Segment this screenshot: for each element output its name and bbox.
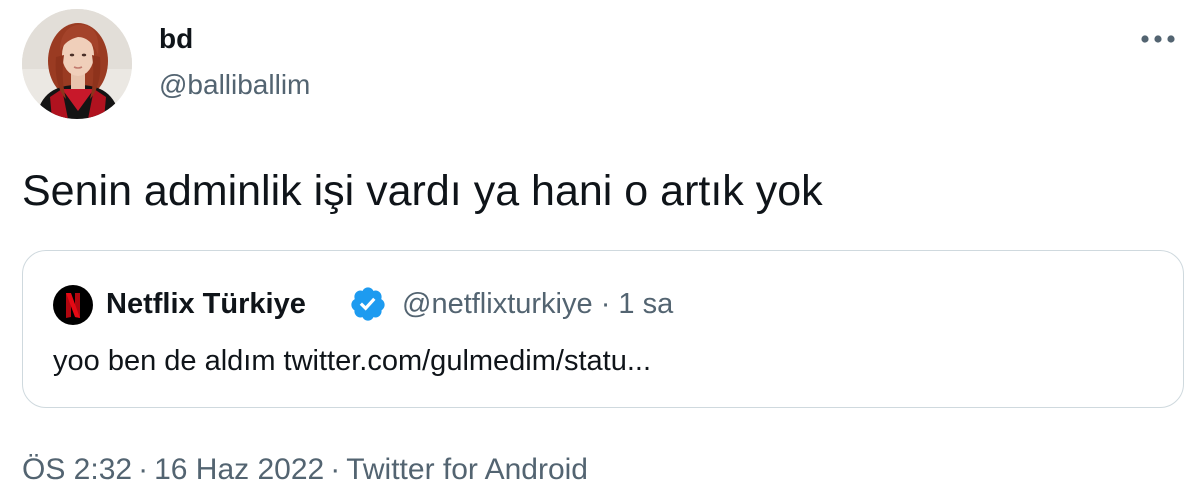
tweet-time[interactable]: ÖS 2:32 [22,453,132,486]
author-display-name[interactable]: bd [159,22,193,56]
footer-separator: · [330,453,341,486]
quoted-display-name[interactable]: Netflix Türkiye [106,287,306,321]
quoted-avatar[interactable] [53,285,93,325]
tweet-source[interactable]: Twitter for Android [346,453,588,486]
quoted-meta: @netflixturkiye · 1 sa [402,287,673,321]
quoted-handle[interactable]: @netflixturkiye [402,288,593,320]
tweet: bd @balliballim Senin adminlik işi vardı… [0,0,1200,499]
author-handle[interactable]: @balliballim [159,68,310,102]
footer-separator: · [138,453,149,486]
author-avatar[interactable] [22,9,132,119]
quoted-time[interactable]: 1 sa [618,288,673,320]
netflix-logo [53,285,93,325]
verified-badge-icon [349,285,387,323]
quoted-tweet-card[interactable]: Netflix Türkiye @netflixturkiye · 1 sa y… [22,250,1184,408]
tweet-date[interactable]: 16 Haz 2022 [154,453,324,486]
profile-photo [22,9,132,119]
quoted-separator: · [600,288,611,320]
more-horizontal-icon [1141,35,1175,43]
tweet-metadata: ÖS 2:32 · 16 Haz 2022 · Twitter for Android [22,452,588,488]
tweet-text: Senin adminlik işi vardı ya hani o artık… [22,167,823,215]
quoted-tweet-text: yoo ben de aldım twitter.com/gulmedim/st… [53,345,651,377]
more-options-button[interactable] [1138,24,1178,54]
